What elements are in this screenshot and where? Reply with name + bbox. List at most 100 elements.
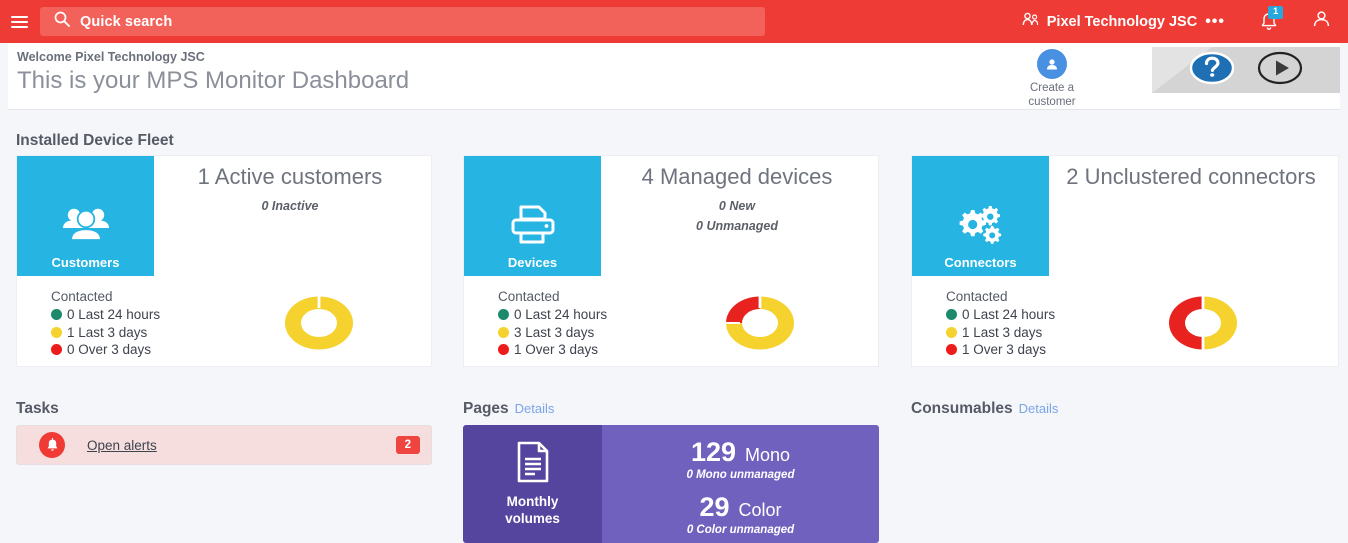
monthly-volumes-icon-panel[interactable]: Monthly volumes <box>463 425 602 543</box>
play-icon[interactable] <box>1256 50 1304 91</box>
monthly-volumes-card[interactable]: Monthly volumes 129 Mono 0 Mono unmanage… <box>463 425 879 543</box>
account-menu[interactable]: Pixel Technology JSC <box>1022 11 1197 32</box>
customers-card[interactable]: Customers 1 Active customers 0 Inactive … <box>16 155 432 367</box>
status-dot-green <box>498 309 509 320</box>
tasks-heading: Tasks <box>16 400 59 417</box>
search-input[interactable]: Quick search <box>40 7 765 36</box>
status-dot-yellow <box>498 326 509 338</box>
status-dot-yellow <box>946 326 957 338</box>
connectors-panel-label: Connectors <box>944 255 1017 270</box>
add-user-icon <box>1037 49 1067 79</box>
legend-label: 1 Over 3 days <box>514 342 599 357</box>
create-customer-label-2: customer <box>1028 96 1076 109</box>
legend-label: 1 Last 3 days <box>67 324 148 340</box>
pages-details-link[interactable]: Details <box>515 401 555 416</box>
connectors-card[interactable]: Connectors 2 Unclustered connectors Cont… <box>911 155 1339 367</box>
devices-panel-label: Devices <box>507 255 558 270</box>
color-value: 29 <box>699 492 730 522</box>
legend-label: 1 Last 3 days <box>962 324 1043 340</box>
topbar-right-group: Pixel Technology JSC ••• 1 <box>1022 0 1348 43</box>
color-unmanaged-label: 0 Color unmanaged <box>686 524 795 536</box>
legend-item: 3 Last 3 days <box>498 325 607 340</box>
contacted-title: Contacted <box>51 289 113 304</box>
customers-icon-panel[interactable]: Customers <box>17 156 154 276</box>
open-alerts-row[interactable]: Open alerts 2 <box>16 425 432 465</box>
devices-subline-2: 0 Unmanaged <box>696 219 778 234</box>
customers-group-icon <box>57 204 115 251</box>
legend-label: 0 Over 3 days <box>67 342 152 357</box>
user-group-icon <box>1022 11 1041 32</box>
legend-item: 1 Last 3 days <box>946 325 1055 340</box>
notifications-bell-icon[interactable]: 1 <box>1259 5 1284 34</box>
notification-count-badge: 1 <box>1268 5 1284 19</box>
search-icon <box>54 11 70 32</box>
alert-bell-icon <box>39 432 65 458</box>
mono-value: 129 <box>690 437 737 467</box>
welcome-bar: Welcome Pixel Technology JSC This is you… <box>8 43 1340 110</box>
search-placeholder: Quick search <box>80 13 173 30</box>
devices-subline-1: 0 New <box>718 199 756 214</box>
devices-contacted-legend: Contacted 0 Last 24 hours 3 Last 3 days … <box>498 289 607 357</box>
consumables-details-link[interactable]: Details <box>1019 401 1059 416</box>
contacted-title: Contacted <box>946 289 1008 304</box>
legend-item: 0 Last 24 hours <box>498 307 607 322</box>
document-icon <box>512 440 554 489</box>
monthly-volumes-label-2: volumes <box>505 511 560 526</box>
devices-headline: 4 Managed devices <box>641 164 833 189</box>
consumables-heading-label: Consumables <box>911 400 1013 417</box>
printer-icon <box>508 204 558 251</box>
legend-label: 1 Over 3 days <box>962 342 1047 357</box>
help-question-icon[interactable] <box>1188 50 1236 91</box>
status-dot-green <box>51 309 62 320</box>
devices-icon-panel[interactable]: Devices <box>464 156 601 276</box>
devices-donut-chart <box>714 288 806 363</box>
color-volume-row: 29 Color <box>699 492 781 523</box>
customers-panel-label: Customers <box>51 255 120 270</box>
legend-item: 0 Last 24 hours <box>946 307 1055 322</box>
connectors-contacted-legend: Contacted 0 Last 24 hours 1 Last 3 days … <box>946 289 1055 357</box>
connectors-headline: 2 Unclustered connectors <box>1066 164 1316 189</box>
devices-card[interactable]: Devices 4 Managed devices 0 New 0 Unmana… <box>463 155 879 367</box>
create-customer-button[interactable]: Create a customer <box>1012 49 1092 110</box>
mono-volume-row: 129 Mono <box>691 437 790 468</box>
welcome-greeting: Welcome Pixel Technology JSC <box>17 50 205 64</box>
hamburger-menu-icon[interactable] <box>0 0 38 43</box>
legend-item: 1 Last 3 days <box>51 325 160 340</box>
top-navigation-bar: Quick search Pixel Technology JSC ••• 1 <box>0 0 1348 43</box>
status-dot-red <box>498 344 509 355</box>
customers-headline: 1 Active customers <box>197 164 383 189</box>
account-name-label: Pixel Technology JSC <box>1046 13 1198 30</box>
pages-heading-label: Pages <box>463 400 509 417</box>
open-alerts-count-badge: 2 <box>395 436 420 454</box>
dashboard-body: Installed Device Fleet Customers 1 Activ… <box>8 110 1340 543</box>
monthly-volumes-label-1: Monthly <box>506 494 559 510</box>
legend-label: 3 Last 3 days <box>514 324 595 340</box>
pages-heading: Pages Details <box>463 400 554 418</box>
connectors-donut-chart <box>1157 288 1249 363</box>
contacted-title: Contacted <box>498 289 560 304</box>
customers-card-head: 1 Active customers 0 Inactive <box>157 164 423 216</box>
status-dot-yellow <box>51 326 62 338</box>
consumables-heading: Consumables Details <box>911 400 1058 418</box>
legend-item: 0 Over 3 days <box>51 342 160 357</box>
legend-item: 1 Over 3 days <box>946 342 1055 357</box>
create-customer-label-1: Create a <box>1029 82 1075 94</box>
help-toolbar <box>1152 47 1340 93</box>
legend-item: 1 Over 3 days <box>498 342 607 357</box>
legend-label: 0 Last 24 hours <box>514 307 608 322</box>
volumes-stats: 129 Mono 0 Mono unmanaged 29 Color 0 Col… <box>602 425 879 543</box>
status-dot-red <box>51 344 62 355</box>
mono-unmanaged-label: 0 Mono unmanaged <box>686 469 795 481</box>
legend-label: 0 Last 24 hours <box>67 307 161 322</box>
connectors-icon-panel[interactable]: Connectors <box>912 156 1049 276</box>
status-dot-red <box>946 344 957 355</box>
status-dot-green <box>946 309 957 320</box>
devices-card-head: 4 Managed devices 0 New 0 Unmanaged <box>604 164 870 236</box>
open-alerts-link[interactable]: Open alerts <box>87 438 157 453</box>
color-label: Color <box>738 500 782 520</box>
customers-contacted-legend: Contacted 0 Last 24 hours 1 Last 3 days … <box>51 289 160 357</box>
profile-user-icon[interactable] <box>1311 9 1332 34</box>
overflow-menu-icon[interactable]: ••• <box>1205 13 1225 31</box>
page-title: This is your MPS Monitor Dashboard <box>17 67 410 94</box>
installed-device-fleet-heading: Installed Device Fleet <box>16 132 174 149</box>
